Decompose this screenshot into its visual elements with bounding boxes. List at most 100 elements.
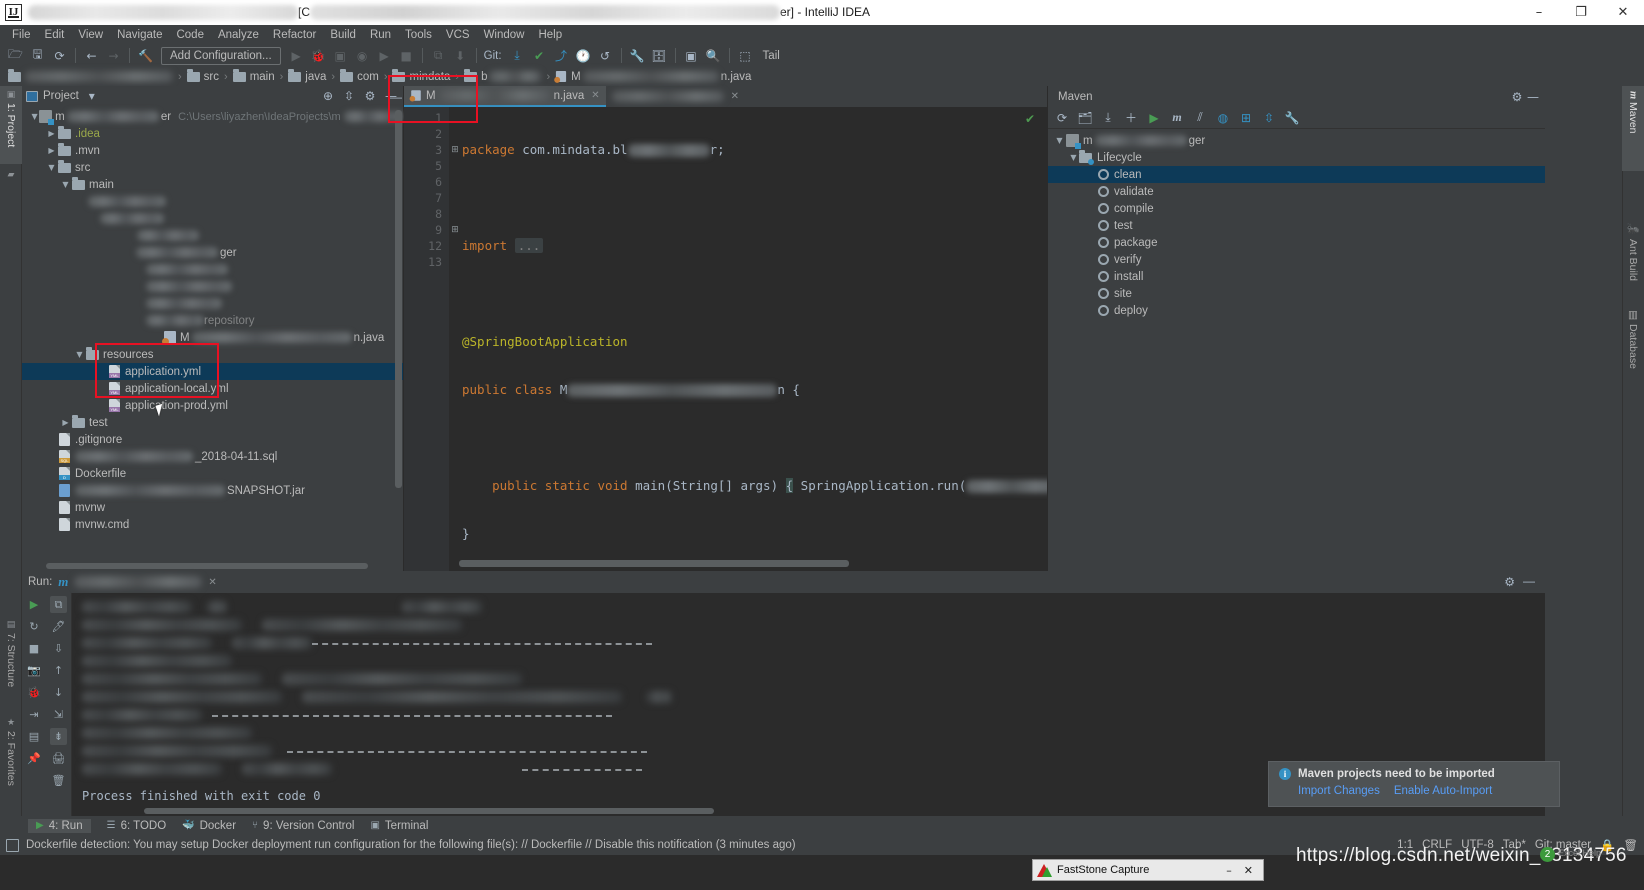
vcs-push-icon[interactable]: ⤴ (551, 45, 572, 66)
menu-window[interactable]: Window (477, 28, 532, 42)
tree-row-main[interactable]: ▼ main (22, 176, 403, 193)
chevron-down-icon[interactable]: ▼ (1068, 153, 1079, 162)
menu-view[interactable]: View (71, 28, 110, 42)
tree-row-project-root[interactable]: ▼ m er C:\Users\liyazhen\IdeaProjects\m (22, 108, 404, 125)
project-horizontal-scrollbar[interactable] (46, 563, 368, 569)
faststone-capture-window[interactable]: FastStone Capture – ✕ (1032, 859, 1264, 881)
down-arrow-icon[interactable]: ↓ (50, 684, 67, 701)
editor-tab-secondary[interactable]: ✕ (606, 86, 745, 107)
maven-goal-clean[interactable]: clean (1048, 166, 1545, 183)
bottom-tab-run[interactable]: ▶ 4: Run (28, 818, 91, 833)
tail-icon[interactable]: ⬚ (735, 45, 756, 66)
tree-row-mvnw-cmd[interactable]: mvnw.cmd (22, 516, 403, 533)
close-icon[interactable]: ✕ (591, 90, 599, 101)
history-icon[interactable]: 🕐 (573, 45, 594, 66)
sidebar-item-ant-build[interactable]: 🐜 Ant Build (1622, 218, 1644, 296)
breadcrumb-java[interactable]: java (288, 68, 326, 83)
close-icon[interactable]: ✕ (208, 577, 216, 588)
toggle-offline-icon[interactable]: ⫽ (1192, 110, 1208, 126)
sidebar-item-maven[interactable]: m Maven (1622, 86, 1644, 171)
menu-analyze[interactable]: Analyze (211, 28, 266, 42)
chevron-down-icon[interactable]: ▼ (1054, 136, 1065, 145)
bottom-tab-version-control[interactable]: ⑂ 9: Version Control (252, 820, 354, 832)
tree-row-resources[interactable]: ▼ resources (22, 346, 403, 363)
pin-icon[interactable]: 📌 (26, 750, 43, 767)
minimize-icon[interactable]: — (1525, 89, 1541, 105)
tree-row-redacted[interactable] (22, 295, 403, 312)
tree-row-idea[interactable]: ▶ .idea (22, 125, 403, 142)
menu-edit[interactable]: Edit (38, 28, 72, 42)
enable-auto-import-link[interactable]: Enable Auto-Import (1394, 785, 1492, 797)
maven-goal-test[interactable]: test (1048, 217, 1545, 234)
tree-row-redacted[interactable] (22, 210, 403, 227)
sidebar-item-project[interactable]: ▣ 1: Project (0, 86, 22, 164)
menu-refactor[interactable]: Refactor (266, 28, 323, 42)
minimize-button[interactable]: – (1518, 0, 1560, 25)
print-icon[interactable]: 🖨 (50, 750, 67, 767)
menu-run[interactable]: Run (363, 28, 398, 42)
chevron-right-icon[interactable]: ▶ (46, 129, 57, 138)
sidebar-item-database[interactable]: ▥ Database (1622, 304, 1644, 386)
tree-row-redacted[interactable] (22, 261, 403, 278)
inspection-status-icon[interactable]: ✔ (1025, 112, 1035, 126)
download-sources-icon[interactable]: ⤓ (1100, 110, 1116, 126)
sync-icon[interactable]: ⟳ (49, 45, 70, 66)
maven-row-project-root[interactable]: ▼ m ger (1048, 132, 1545, 149)
clear-all-icon[interactable]: 🗑 (50, 772, 67, 789)
show-dependencies-icon[interactable]: ⊞ (1238, 110, 1254, 126)
search-everywhere-icon[interactable]: 🔍 (703, 45, 724, 66)
wrap-text-icon[interactable]: ⇲ (50, 706, 67, 723)
sdk-icon[interactable]: ▣ (681, 45, 702, 66)
chevron-right-icon[interactable]: ▶ (60, 418, 71, 427)
tree-row-mvnw[interactable]: mvnw (22, 499, 403, 516)
tree-row-redacted[interactable] (22, 278, 403, 295)
vcs-update-icon[interactable]: ⤓ (507, 45, 528, 66)
generate-sources-icon[interactable]: 🗂 (1077, 110, 1093, 126)
tree-row-src[interactable]: ▼ src (22, 159, 403, 176)
highlight-icon[interactable]: 🖊 (50, 618, 67, 635)
settings-wrench-icon[interactable]: 🔧 (627, 45, 648, 66)
gear-icon[interactable]: ⚙ (1504, 575, 1515, 589)
tree-row-sql-dump[interactable]: SQL _2018-04-11.sql (22, 448, 403, 465)
project-structure-icon[interactable]: 🗄 (649, 45, 670, 66)
debug-icon[interactable]: 🐞 (26, 684, 43, 701)
gear-icon[interactable]: ⚙ (1509, 89, 1525, 105)
locate-icon[interactable]: ⊕ (320, 88, 336, 104)
export-icon[interactable]: ⇥ (26, 706, 43, 723)
breadcrumb-project-root[interactable] (8, 68, 173, 82)
tree-row-redacted-ger[interactable]: ger (22, 244, 403, 261)
tail-label[interactable]: Tail (763, 50, 780, 62)
maven-row-lifecycle[interactable]: ▼ Lifecycle (1048, 149, 1545, 166)
menu-tools[interactable]: Tools (398, 28, 439, 42)
rerun-icon[interactable]: ▶ (26, 596, 43, 613)
camera-icon[interactable]: 📷 (26, 662, 43, 679)
menu-help[interactable]: Help (531, 28, 569, 42)
import-changes-link[interactable]: Import Changes (1298, 785, 1380, 797)
faststone-close-button[interactable]: ✕ (1244, 864, 1253, 877)
tree-row-snapshot-jar[interactable]: SNAPSHOT.jar (22, 482, 403, 499)
soft-wrap-icon[interactable]: ⧉ (50, 596, 67, 613)
chevron-down-icon[interactable]: ▼ (74, 350, 85, 359)
menu-code[interactable]: Code (169, 28, 211, 42)
maven-goal-package[interactable]: package (1048, 234, 1545, 251)
breadcrumb-src[interactable]: src (186, 68, 219, 83)
gear-icon[interactable]: ⚙ (362, 88, 378, 104)
code-editor[interactable]: 1 2 3 5 6 7 8 9 12 13 ⊞ ⊞ package com.mi… (404, 107, 1047, 571)
sidebar-item-structure[interactable]: ▤ 7: Structure (0, 616, 22, 708)
tree-row-application-prod-yml[interactable]: YML application-prod.yml (22, 397, 403, 414)
bottom-tab-todo[interactable]: ☰ 6: TODO (107, 820, 167, 832)
chevron-down-icon[interactable]: ▼ (30, 112, 39, 121)
console-horizontal-scrollbar[interactable] (144, 808, 714, 814)
chevron-down-icon[interactable]: ▼ (60, 180, 71, 189)
scroll-to-end-icon[interactable]: ⇩ (50, 640, 67, 657)
save-all-icon[interactable]: 🖫 (27, 45, 48, 66)
maven-goal-validate[interactable]: validate (1048, 183, 1545, 200)
tree-row-application-yml[interactable]: YML application.yml (22, 363, 403, 380)
tree-row-main-application-java[interactable]: M n.java (22, 329, 403, 346)
rollback-icon[interactable]: ↺ (595, 45, 616, 66)
back-arrow-icon[interactable]: ← (81, 45, 102, 66)
tree-row-application-local-yml[interactable]: YML application-local.yml (22, 380, 403, 397)
editor-minimize-icon[interactable]: — (390, 90, 402, 104)
editor-tab-main-application[interactable]: M n.java ✕ (404, 86, 606, 107)
menu-vcs[interactable]: VCS (439, 28, 477, 42)
